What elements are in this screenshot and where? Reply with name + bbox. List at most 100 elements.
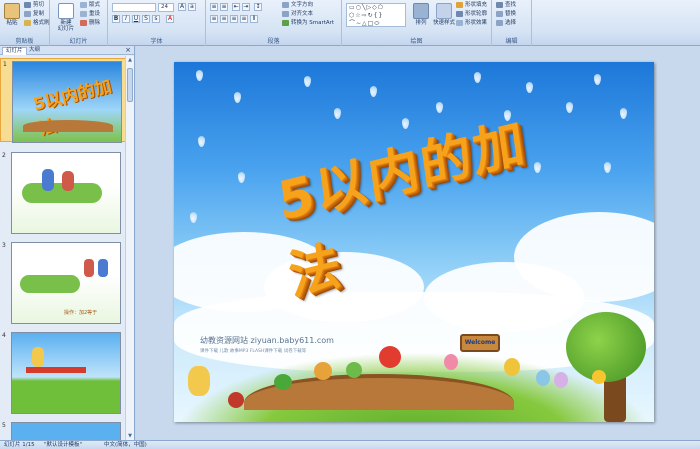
italic-icon[interactable]: I: [122, 15, 130, 23]
group-drawing: ▭○╲▷◇⬠ ⬡☆⇨↻{} ⌒∼△□⬭ 排列 快速样式 形状填充 形状轮廓 形状效果…: [342, 0, 492, 46]
quick-styles-button[interactable]: 快速样式: [430, 3, 458, 26]
thumbnail-grass: [20, 275, 80, 293]
group-font: 24 A a B I U S s A 字体: [108, 0, 206, 46]
shape-effects-button[interactable]: 形状效果: [456, 19, 487, 27]
raindrop: [526, 82, 533, 93]
tab-outline[interactable]: 大纲: [26, 47, 43, 55]
raindrop: [604, 162, 611, 173]
slide-number: 1: [3, 61, 7, 68]
chick-character: [504, 358, 520, 376]
raindrop: [196, 70, 203, 81]
replace-icon: [496, 10, 503, 17]
format-painter-button[interactable]: 格式刷: [24, 19, 50, 27]
new-slide-icon: [58, 3, 74, 19]
align-right-icon[interactable]: ≡: [230, 15, 238, 23]
panel-tabs: 幻灯片 大纲 ×: [0, 46, 134, 55]
font-name-field[interactable]: [112, 3, 156, 12]
slide-thumbnail-row[interactable]: 5: [0, 420, 128, 442]
align-center-icon[interactable]: ≡: [220, 15, 228, 23]
justify-icon[interactable]: ≡: [240, 15, 248, 23]
smartart-icon: [282, 19, 289, 26]
slide-number: 4: [2, 332, 6, 339]
turtle-character: [346, 362, 362, 378]
decrease-indent-icon[interactable]: ⇤: [232, 3, 240, 11]
text-direction-icon: [282, 1, 289, 8]
scroll-down-icon[interactable]: ▼: [126, 432, 134, 440]
slide-thumbnail: 操作：加2等于: [11, 242, 121, 324]
thumbnail-child: [32, 347, 44, 367]
layout-button[interactable]: 版式: [80, 1, 100, 9]
ribbon: 粘贴 剪切 复制 格式刷 剪贴板 新建 幻灯片 版式 重设 删除 幻灯片 24 …: [0, 0, 700, 46]
line-spacing-icon[interactable]: ↕: [254, 3, 262, 11]
align-text-button[interactable]: 对齐文本: [282, 10, 313, 18]
slide-canvas[interactable]: 5以内的加法 幼教资源网站 ziyuan.baby611.com 课件下载 儿歌…: [174, 62, 654, 422]
bullets-icon[interactable]: ≡: [210, 3, 218, 11]
slide-thumbnail-row[interactable]: 2: [0, 150, 128, 234]
ladybug-character: [228, 392, 244, 408]
copy-icon: [24, 10, 31, 17]
raindrop: [334, 108, 341, 119]
shadow-icon[interactable]: s: [152, 15, 160, 23]
slide-thumbnail-row[interactable]: 1 5以内的加法: [0, 58, 128, 143]
slide-thumbnail-row[interactable]: 4: [0, 330, 128, 414]
thumbnail-child: [84, 259, 94, 277]
tab-slides[interactable]: 幻灯片: [2, 47, 27, 55]
effects-icon: [456, 19, 463, 26]
delete-slide-button[interactable]: 删除: [80, 19, 100, 27]
star-character: [592, 370, 606, 384]
bold-icon[interactable]: B: [112, 15, 120, 23]
site-watermark: 幼教资源网站 ziyuan.baby611.com: [200, 336, 334, 345]
panel-scrollbar[interactable]: ▲ ▼: [125, 56, 134, 440]
smartart-button[interactable]: 转换为 SmartArt: [282, 19, 334, 27]
rabbit-character: [536, 370, 550, 386]
arrange-button[interactable]: 排列: [410, 3, 432, 26]
slide-thumbnail: 5以内的加法: [12, 61, 122, 143]
shrink-font-icon[interactable]: a: [188, 3, 196, 11]
scroll-up-icon[interactable]: ▲: [126, 56, 134, 64]
align-left-icon[interactable]: ≡: [210, 15, 218, 23]
increase-indent-icon[interactable]: ⇥: [242, 3, 250, 11]
raindrop: [436, 102, 443, 113]
scissors-icon: [24, 1, 31, 8]
paste-button[interactable]: 粘贴: [2, 3, 22, 26]
raindrop: [594, 74, 601, 85]
font-size-field[interactable]: 24: [158, 3, 174, 12]
columns-icon[interactable]: ⫴: [250, 15, 258, 23]
shape-outline-button[interactable]: 形状轮廓: [456, 10, 487, 18]
copy-button[interactable]: 复制: [24, 10, 44, 18]
slide-number: 3: [2, 242, 6, 249]
brush-icon: [24, 19, 31, 26]
cut-button[interactable]: 剪切: [24, 1, 44, 9]
scroll-thumb[interactable]: [127, 68, 133, 102]
shape-fill-button[interactable]: 形状填充: [456, 1, 487, 9]
layout-icon: [80, 1, 87, 8]
group-label-slides: 幻灯片: [69, 38, 88, 45]
slides-panel: 幻灯片 大纲 × 1 5以内的加法 2 3 操作：加2等于 4 5 ▲ ▼: [0, 46, 135, 442]
animal-character: [554, 372, 568, 388]
group-label-clipboard: 剪贴板: [15, 38, 34, 45]
slide-thumbnail-row[interactable]: 3 操作：加2等于: [0, 240, 128, 324]
font-color-icon[interactable]: A: [166, 15, 174, 23]
reset-button[interactable]: 重设: [80, 10, 100, 18]
find-button[interactable]: 查找: [496, 1, 516, 9]
new-slide-button[interactable]: 新建 幻灯片: [54, 3, 78, 32]
bird-character: [314, 362, 332, 380]
strikethrough-icon[interactable]: S: [142, 15, 150, 23]
replace-button[interactable]: 替换: [496, 10, 516, 18]
close-icon[interactable]: ×: [125, 46, 131, 54]
thumbnail-child: [98, 259, 108, 277]
shapes-gallery[interactable]: ▭○╲▷◇⬠ ⬡☆⇨↻{} ⌒∼△□⬭: [346, 3, 406, 27]
grow-font-icon[interactable]: A: [178, 3, 186, 11]
numbering-icon[interactable]: ≡: [220, 3, 228, 11]
delete-icon: [80, 19, 87, 26]
underline-icon[interactable]: U: [132, 15, 140, 23]
align-text-icon: [282, 10, 289, 17]
slide-thumbnail: [11, 422, 121, 442]
quick-styles-icon: [436, 3, 452, 19]
welcome-sign: Welcome: [460, 334, 500, 352]
text-direction-button[interactable]: 文字方向: [282, 1, 313, 9]
slide-editor: 5以内的加法 幼教资源网站 ziyuan.baby611.com 课件下载 儿歌…: [136, 46, 700, 440]
select-button[interactable]: 选择: [496, 19, 516, 27]
raindrop: [190, 212, 197, 223]
language-indicator[interactable]: 中文(简体，中国): [104, 441, 147, 449]
